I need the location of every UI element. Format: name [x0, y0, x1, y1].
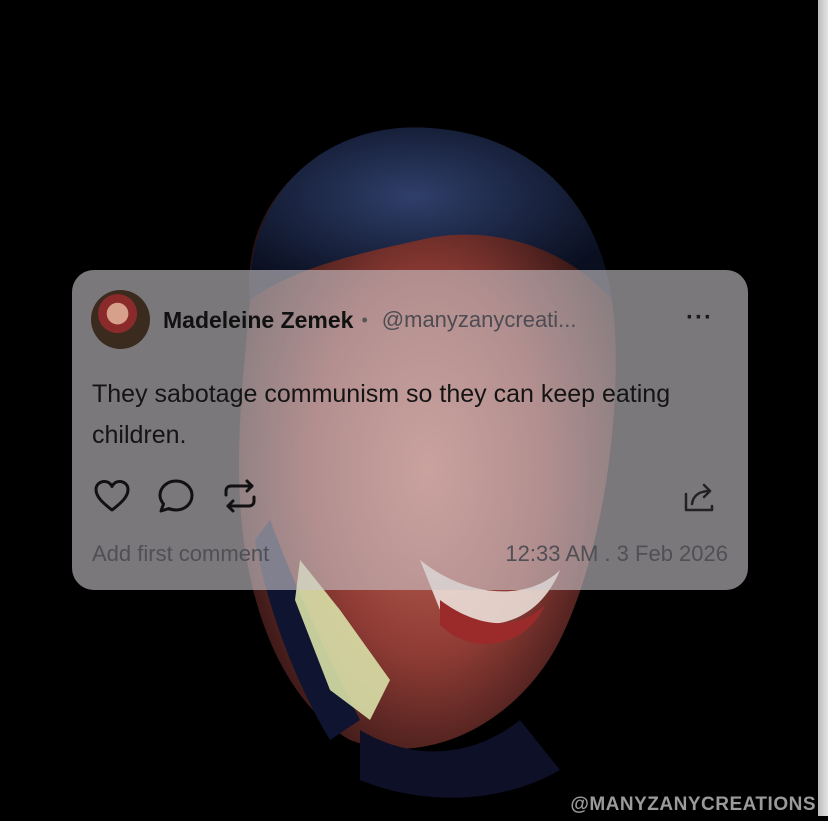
- share-icon[interactable]: [682, 480, 716, 514]
- watermark: @MANYZANYCREATIONS: [570, 794, 816, 815]
- author-handle[interactable]: @manyzanycreati...: [382, 307, 577, 333]
- post-text: They sabotage communism so they can keep…: [92, 380, 671, 449]
- screen-edge: [818, 0, 828, 816]
- separator-dot: •: [361, 309, 368, 330]
- heart-icon[interactable]: [92, 478, 132, 514]
- author-name[interactable]: Madeleine Zemek: [163, 307, 353, 334]
- more-options-icon[interactable]: ···: [686, 304, 713, 332]
- add-comment-link[interactable]: Add first comment: [92, 541, 269, 567]
- comment-bubble-icon[interactable]: [156, 478, 196, 514]
- post-header: Madeleine Zemek • @manyzanycreati...: [163, 306, 577, 334]
- action-bar: [92, 478, 284, 514]
- post-timestamp: 12:33 AM . 3 Feb 2026: [505, 541, 728, 566]
- repost-icon[interactable]: [220, 478, 260, 514]
- post-card: Madeleine Zemek • @manyzanycreati... ···…: [72, 270, 748, 590]
- avatar[interactable]: [91, 290, 150, 349]
